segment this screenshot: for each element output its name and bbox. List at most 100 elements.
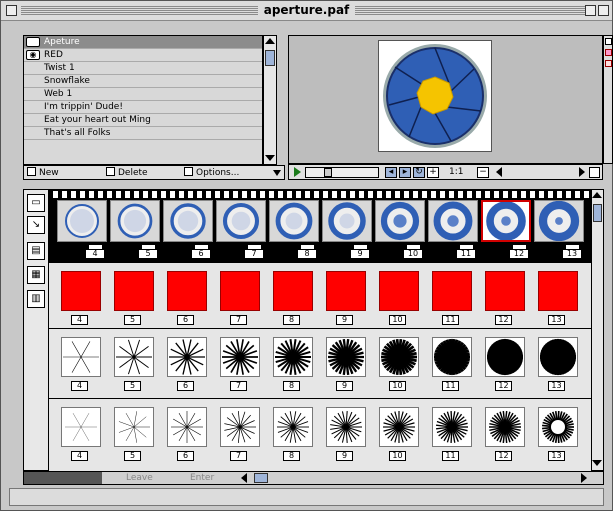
twist-cell[interactable] [326,337,366,377]
scroll-left-icon[interactable] [494,166,504,178]
filmstrip-frame[interactable] [57,200,107,242]
cast-list[interactable]: ◉ Apeture ◉ RED Twist 1 Snowflake Web 1 I'm tri… [23,35,263,165]
snowflake-cell[interactable] [538,407,578,447]
twist-cell[interactable] [485,337,525,377]
red-cell[interactable] [61,271,101,311]
scroll-right-icon[interactable] [577,166,587,178]
trash-tool-icon[interactable]: ▥ [27,290,45,308]
filmstrip-frame[interactable] [322,200,372,242]
leave-label[interactable]: Leave [126,473,153,484]
zoom-box[interactable] [585,5,596,16]
score-scroll-down-icon[interactable] [592,458,603,468]
filmstrip-frame[interactable] [216,200,266,242]
snowflake-cell[interactable] [326,407,366,447]
filmstrip-frame[interactable] [534,200,584,242]
zoom-in-button[interactable]: + [427,167,439,178]
cast-list-item[interactable]: Web 1 [24,88,262,101]
score-scrollbar[interactable] [591,189,604,471]
twist-cell[interactable] [114,337,154,377]
zoom-out-button[interactable]: − [477,167,489,178]
cast-list-item[interactable]: That's all Folks [24,127,262,140]
enter-label[interactable]: Enter [190,473,214,484]
score-scroll-up-icon[interactable] [592,190,603,200]
snowflake-cell[interactable] [220,407,260,447]
filmstrip-frame[interactable] [269,200,319,242]
scroll-down-icon[interactable] [264,153,276,163]
loop-icon[interactable]: ↻ [413,167,425,178]
palette-icon[interactable] [605,60,612,67]
frame-number: 6 [177,451,194,461]
frame-number: 7 [230,451,247,461]
twist-cell[interactable] [61,337,101,377]
twist-cell[interactable] [167,337,207,377]
resize-icon[interactable] [589,167,600,178]
filmstrip-frame[interactable] [375,200,425,242]
twist-cell[interactable] [220,337,260,377]
score-scroll-right-icon[interactable] [579,472,589,484]
title-bar[interactable]: aperture.paf [1,1,612,21]
snowflake-cell[interactable] [167,407,207,447]
paste-tool-icon[interactable]: ▦ [27,266,45,284]
snowflake-cell[interactable] [485,407,525,447]
red-cell[interactable] [220,271,260,311]
dropdown-arrow-icon[interactable] [272,168,282,178]
twist-cell[interactable] [432,337,472,377]
cast-list-item[interactable]: I'm trippin' Dude! [24,101,262,114]
snowflake-cell[interactable] [61,407,101,447]
step-forward-button[interactable]: ▸ [399,167,411,178]
color-icon[interactable] [605,49,612,56]
play-icon[interactable] [292,166,302,178]
twist-thumbnail-icon [222,339,258,375]
scroll-up-icon[interactable] [264,36,276,46]
cast-list-item[interactable]: ◉ RED [24,49,262,62]
snowflake-cell[interactable] [379,407,419,447]
cast-list-item[interactable]: Snowflake [24,75,262,88]
cast-list-item[interactable]: Eat your heart out Ming [24,114,262,127]
step-back-button[interactable]: ◂ [385,167,397,178]
score-hscroll-thumb[interactable] [254,473,268,483]
slider-thumb[interactable] [324,168,332,177]
cast-list-item-label: Twist 1 [44,63,75,73]
twist-cell[interactable] [273,337,313,377]
filmstrip-frame[interactable] [481,200,531,242]
cast-list-item[interactable]: ◉ Apeture [24,36,262,49]
snowflake-cell[interactable] [273,407,313,447]
snowflake-cell[interactable] [114,407,154,447]
frame-slider[interactable] [305,167,379,178]
view-icon[interactable] [605,38,612,45]
filmstrip-frame[interactable] [110,200,160,242]
clipboard-tool-icon[interactable]: ▤ [27,242,45,260]
twist-cell[interactable] [538,337,578,377]
arrow-tool-icon[interactable]: ↘ [27,216,45,234]
cast-list-item[interactable]: Twist 1 [24,62,262,75]
frame-number: 12 [495,381,512,391]
options-button[interactable]: Options... [184,167,239,179]
red-cell[interactable] [114,271,154,311]
red-cell[interactable] [326,271,366,311]
select-tool-icon[interactable]: ▭ [27,194,45,212]
score-scroll-left-icon[interactable] [239,472,249,484]
red-cell[interactable] [432,271,472,311]
twist-cell[interactable] [379,337,419,377]
red-cell[interactable] [485,271,525,311]
cast-list-scrollbar[interactable] [263,35,277,165]
twist-thumbnail-icon [275,339,311,375]
collapse-box[interactable] [598,5,609,16]
red-cell[interactable] [538,271,578,311]
scroll-thumb[interactable] [265,50,275,66]
eye-icon[interactable]: ◉ [26,50,40,60]
trash-icon [106,167,115,176]
filmstrip-frame[interactable] [163,200,213,242]
red-cell[interactable] [379,271,419,311]
options-icon [184,167,193,176]
red-cell[interactable] [273,271,313,311]
score-scroll-thumb[interactable] [593,204,602,222]
delete-button[interactable]: Delete [106,167,148,179]
red-cell[interactable] [167,271,207,311]
filmstrip-frame[interactable] [428,200,478,242]
eye-icon[interactable]: ◉ [26,37,40,47]
new-button[interactable]: New [27,167,59,179]
cast-list-item-label: Snowflake [44,76,90,86]
snowflake-cell[interactable] [432,407,472,447]
frame-number: 8 [297,249,317,259]
